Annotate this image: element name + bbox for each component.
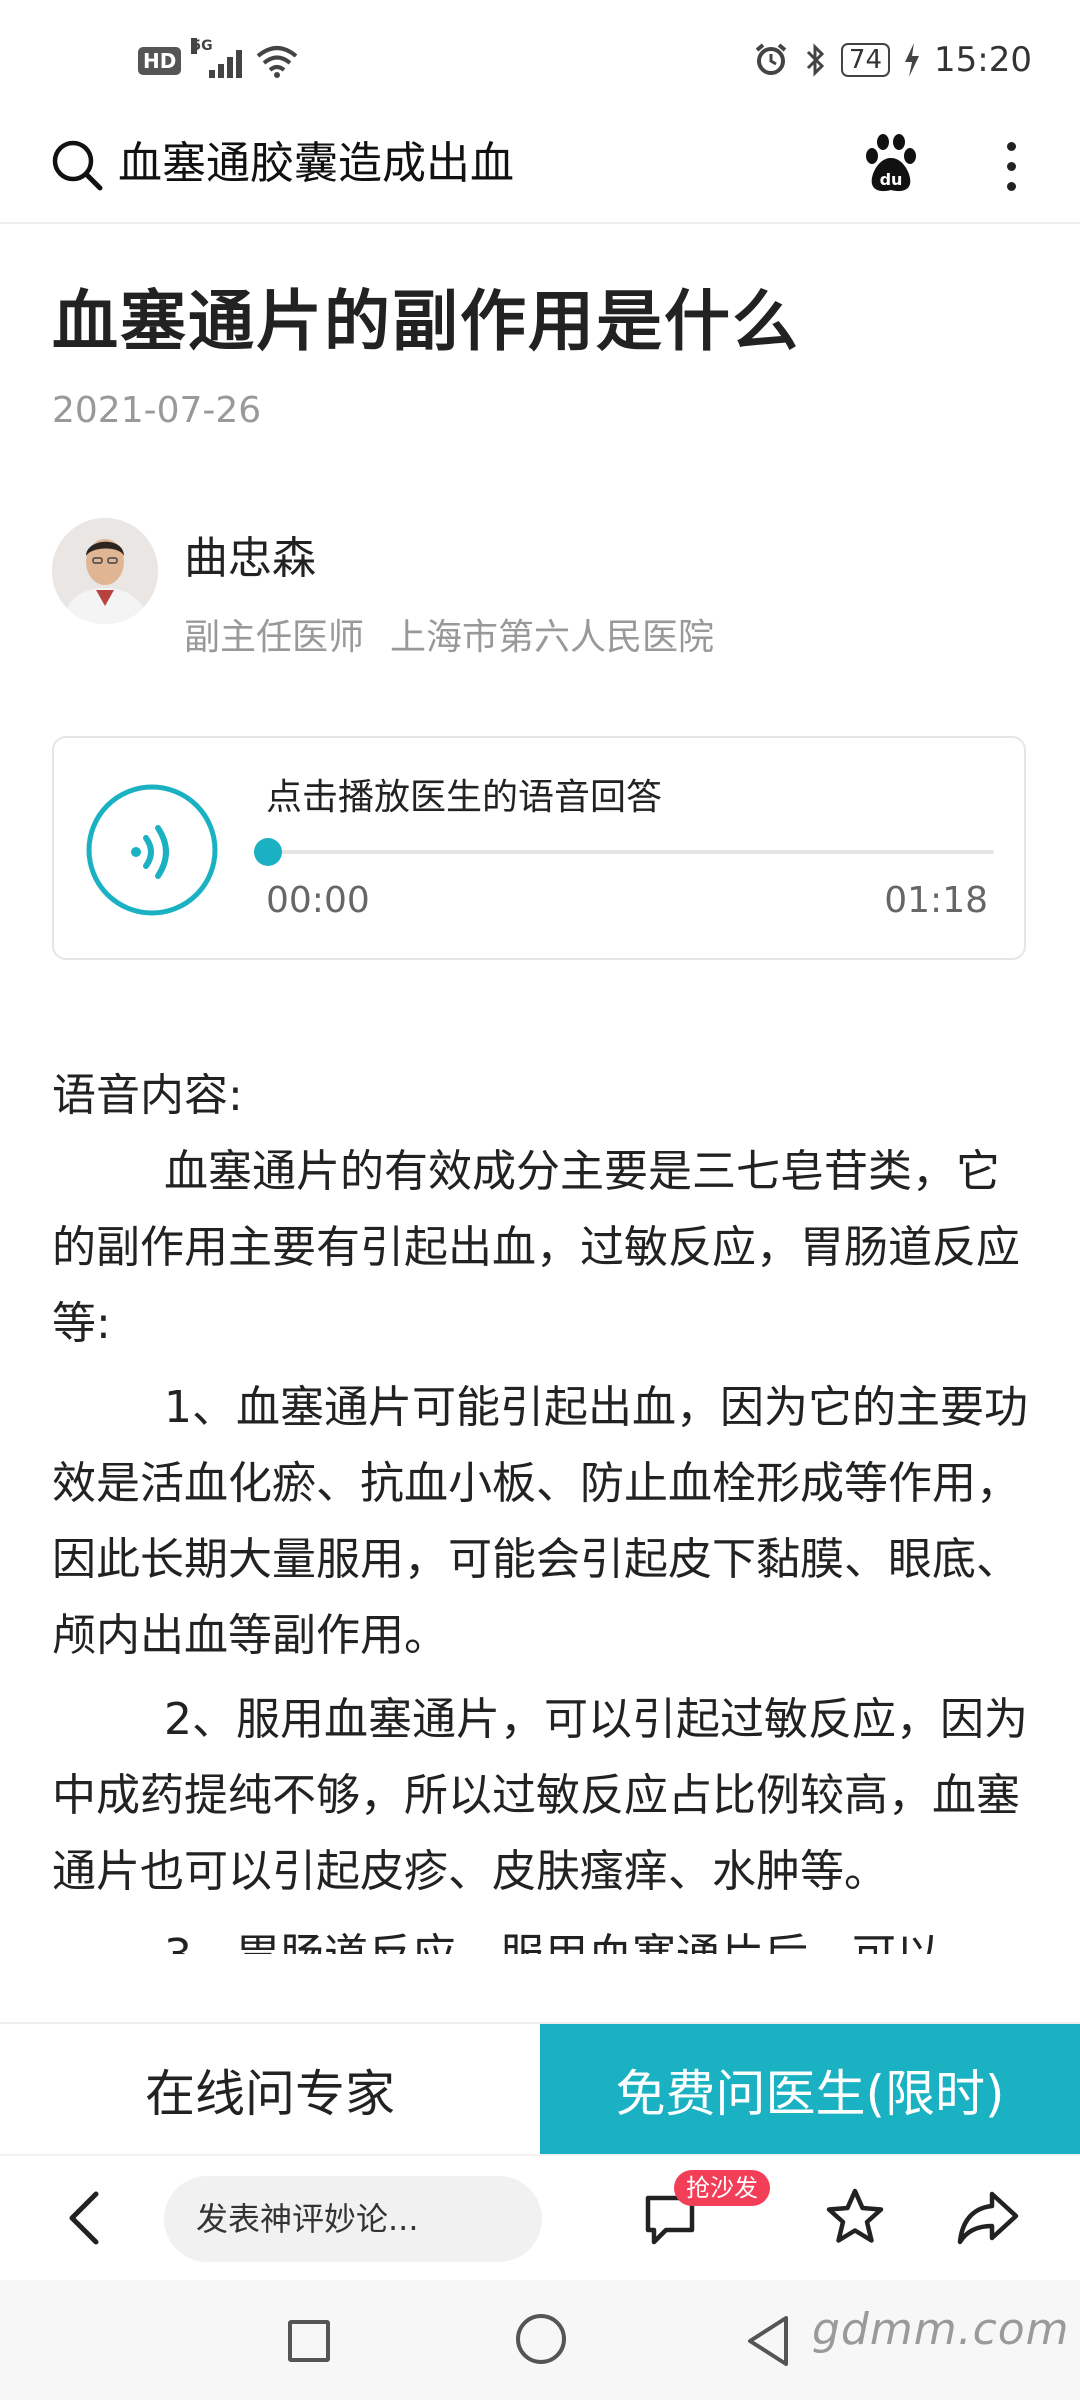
star-icon[interactable]	[824, 2186, 886, 2248]
svg-text:du: du	[880, 170, 903, 189]
audio-total-time: 01:18	[884, 880, 988, 921]
hd-badge: HD	[138, 47, 182, 75]
body-paragraph: 1、血塞通片可能引起出血，因为它的主要功效是活血化瘀、抗血小板、防止血栓形成等作…	[52, 1382, 1028, 1661]
sofa-badge[interactable]: 抢沙发	[674, 2170, 770, 2206]
clock: 15:20	[934, 40, 1032, 80]
article-title: 血塞通片的副作用是什么	[52, 283, 800, 360]
watermark: gdmm.com	[812, 2304, 1070, 2355]
audio-label: 点击播放医生的语音回答	[266, 777, 663, 818]
doctor-info: 副主任医师 上海市第六人民医院	[184, 608, 714, 660]
browser-toolbar: 发表神评妙论... 抢沙发	[0, 2154, 1080, 2282]
status-left: HD 5G	[138, 38, 298, 78]
doctor-avatar[interactable]	[52, 518, 158, 624]
audio-current-time: 00:00	[266, 880, 370, 921]
share-icon[interactable]	[956, 2188, 1020, 2248]
status-right: 74 15:20	[753, 40, 1032, 80]
doctor-title: 副主任医师	[184, 617, 365, 658]
body-heading: 语音内容:	[52, 1070, 243, 1121]
alarm-icon	[755, 43, 787, 75]
voice-play-icon[interactable]	[84, 782, 220, 918]
bluetooth-icon	[806, 43, 825, 77]
search-query[interactable]: 血塞通胶囊造成出血	[118, 134, 514, 194]
nav-back-icon[interactable]	[744, 2314, 792, 2368]
audio-progress-knob[interactable]	[254, 838, 282, 866]
more-vert-icon[interactable]	[996, 136, 1026, 196]
search-header: 血塞通胶囊造成出血 du	[0, 120, 1080, 224]
battery-level: 74	[840, 43, 891, 77]
comment-input[interactable]: 发表神评妙论...	[164, 2176, 542, 2262]
back-arrow-icon[interactable]	[58, 2186, 114, 2250]
free-ask-doctor-button[interactable]: 免费问医生(限时)	[540, 2024, 1080, 2156]
doctor-hospital: 上海市第六人民医院	[390, 617, 715, 658]
cta-bar: 在线问专家 免费问医生(限时)	[0, 2022, 1080, 2156]
status-bar: HD 5G 74 15:20	[0, 0, 1080, 130]
body-paragraph: 血塞通片的有效成分主要是三七皂苷类，它的副作用主要有引起出血，过敏反应，胃肠道反…	[52, 1146, 1020, 1349]
recents-button[interactable]	[288, 2320, 330, 2362]
audio-player-card[interactable]: 点击播放医生的语音回答 00:00 01:18	[52, 736, 1026, 960]
network-type: 5G	[191, 38, 213, 54]
body-paragraph: 2、服用血塞通片，可以引起过敏反应，因为中成药提纯不够，所以过敏反应占比例较高，…	[52, 1694, 1028, 1897]
signal-icon: 5G	[191, 38, 243, 78]
article-body: 语音内容: 血塞通片的有效成分主要是三七皂苷类，它的副作用主要有引起出血，过敏反…	[52, 1058, 1032, 1962]
doctor-name[interactable]: 曲忠森	[184, 522, 316, 586]
system-nav-bar: gdmm.com	[0, 2280, 1080, 2400]
ask-expert-button[interactable]: 在线问专家	[0, 2024, 540, 2156]
article-date: 2021-07-26	[52, 390, 262, 431]
home-button[interactable]	[516, 2314, 566, 2364]
body-paragraph: 3、胃肠道反应，服用血塞通片后，可以	[52, 1918, 1032, 1954]
baidu-paw-icon[interactable]: du	[862, 132, 920, 196]
audio-progress-track[interactable]	[264, 850, 994, 854]
charging-icon	[905, 43, 920, 77]
wifi-icon	[257, 46, 298, 78]
search-icon[interactable]	[50, 138, 104, 192]
